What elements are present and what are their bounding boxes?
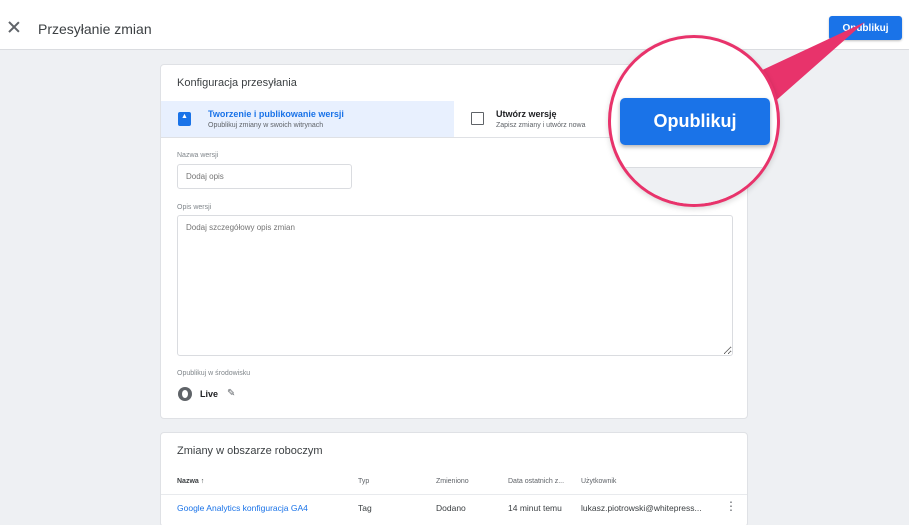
column-header-user[interactable]: Użytkownik [581, 478, 616, 485]
environment-label: Opublikuj w środowisku [177, 370, 251, 377]
more-vert-icon[interactable]: ⋮ [725, 500, 737, 512]
column-header-type[interactable]: Typ [358, 478, 369, 485]
option-version-title: Utwórz wersję [496, 109, 557, 119]
changes-card-title: Zmiany w obszarze roboczym [177, 445, 323, 457]
column-header-date[interactable]: Data ostatnich z... [508, 478, 564, 485]
column-header-name-label: Nazwa [177, 478, 199, 485]
option-publish-title: Tworzenie i publikowanie wersji [208, 109, 344, 119]
column-header-name[interactable]: Nazwa ↑ [177, 478, 204, 485]
row-name-link[interactable]: Google Analytics konfiguracja GA4 [177, 503, 308, 513]
close-icon[interactable] [8, 21, 20, 33]
publish-version-icon [178, 112, 191, 126]
create-version-icon [471, 112, 484, 125]
sort-arrow-icon: ↑ [200, 478, 205, 485]
page-title: Przesyłanie zmian [38, 21, 152, 37]
option-publish-version[interactable]: Tworzenie i publikowanie wersji Opubliku… [161, 101, 454, 138]
row-type: Tag [358, 503, 372, 513]
magnified-publish-button: Opublikuj [620, 98, 770, 145]
column-header-change[interactable]: Zmieniono [436, 478, 469, 485]
environment-value: Live [200, 389, 219, 399]
magnifier-divider [611, 167, 777, 168]
version-description-textarea[interactable] [177, 215, 733, 356]
row-user: lukasz.piotrowski@whitepress... [581, 503, 702, 513]
version-name-input[interactable] [177, 164, 352, 189]
row-change: Dodano [436, 503, 466, 513]
pencil-icon[interactable]: ✎ [227, 388, 235, 399]
option-publish-subtitle: Opublikuj zmiany w swoich witrynach [208, 122, 324, 129]
config-card-title: Konfiguracja przesyłania [177, 77, 297, 89]
version-name-label: Nazwa wersji [177, 152, 219, 159]
top-bar: Przesyłanie zmian Opublikuj [0, 0, 909, 50]
workspace-changes-card: Zmiany w obszarze roboczym Nazwa ↑ Typ Z… [160, 432, 748, 525]
table-divider [161, 494, 747, 495]
row-date: 14 minut temu [508, 503, 562, 513]
magnifier-background [611, 167, 777, 204]
magnifier-callout: Opublikuj [608, 35, 780, 207]
option-version-subtitle: Zapisz zmiany i utwórz nowa [496, 122, 586, 129]
publish-button[interactable]: Opublikuj [829, 16, 902, 40]
version-description-label: Opis wersji [177, 204, 212, 211]
globe-icon [178, 387, 192, 401]
